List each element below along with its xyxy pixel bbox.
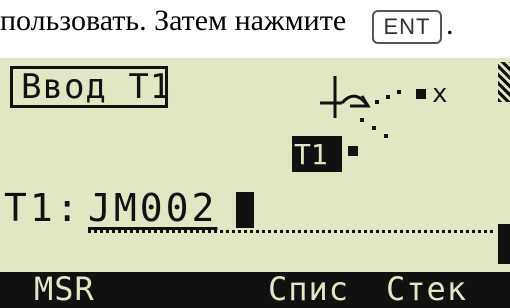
point-x-marker [416,89,426,99]
instruction-text: пользовать. Затем нажмите [0,4,347,37]
softkey-msr[interactable]: MSR [34,270,95,308]
softkey-stack[interactable]: Стек [386,270,467,308]
dotted-direction-line [360,90,401,138]
north-direction-icon [320,76,371,118]
softkey-list[interactable]: Спис [268,270,349,308]
t1-field-value[interactable]: JM002 [88,186,217,230]
ent-key-glyph: ENT [372,10,442,44]
device-lcd-screen: Ввод T1 x T1 T1: JM002 MSR Спис Стек [0,58,510,308]
softkey-bar: MSR Спис Стек [0,270,510,308]
scroll-up-indicator [498,62,510,102]
screen-title: Ввод T1 [10,66,170,108]
document-text-line: пользовать. Затем нажмите ENT . [0,0,510,58]
input-dotted-line [88,230,493,233]
point-t1-label: T1 [294,138,328,171]
point-t1-marker [348,146,358,156]
point-x-label: x [432,79,448,109]
trailing-period: . [446,8,454,41]
t1-input-row[interactable]: T1: JM002 [0,180,510,236]
text-cursor [236,192,254,228]
t1-field-label: T1: [4,186,82,230]
t1-diagram: x T1 [292,76,448,172]
